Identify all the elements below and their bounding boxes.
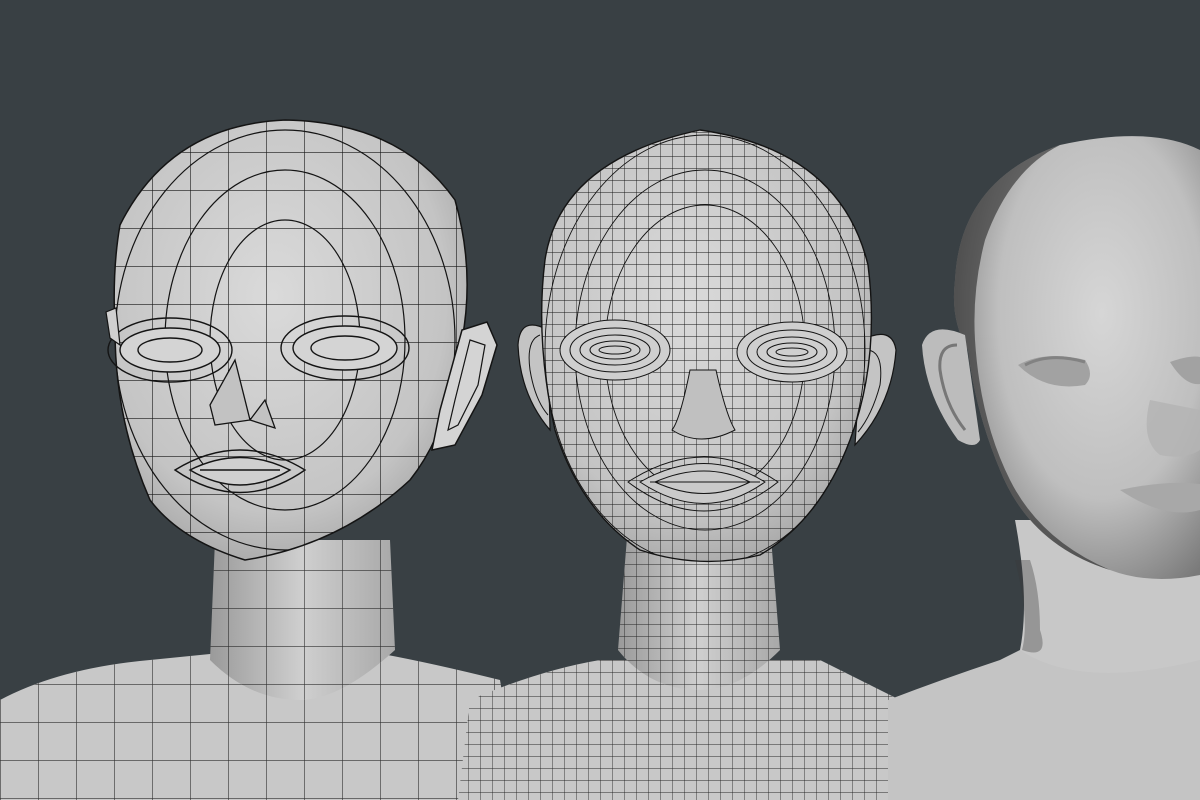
smooth-nose [1146, 400, 1200, 457]
smooth-shaded-head [888, 136, 1200, 800]
low-poly-eye-right [280, 315, 410, 381]
high-poly-eye-left [559, 319, 671, 381]
high-poly-eye-right [736, 321, 848, 383]
low-poly-eye-left [107, 317, 233, 383]
render-canvas [0, 119, 1200, 800]
high-poly-wireframe-head [458, 129, 900, 800]
low-poly-wireframe-head [0, 119, 520, 800]
viewport-scene [0, 0, 1200, 800]
